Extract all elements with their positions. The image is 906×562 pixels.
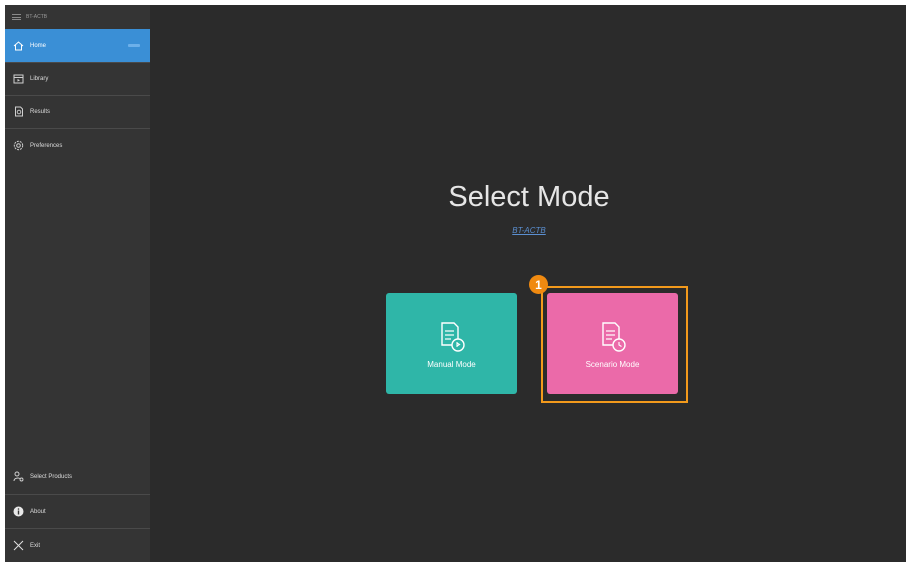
info-icon <box>13 506 24 517</box>
active-indicator <box>128 44 140 47</box>
sidebar-item-label: Library <box>30 75 49 82</box>
sidebar-item-label: Preferences <box>30 142 63 149</box>
sidebar: BT-ACTB Home Library Results Preferences… <box>5 5 150 562</box>
manual-mode-button[interactable]: Manual Mode <box>386 293 517 394</box>
sidebar-item-about[interactable]: About <box>5 495 150 528</box>
sidebar-item-home[interactable]: Home <box>5 29 150 62</box>
sidebar-item-label: Select Products <box>30 473 73 480</box>
sidebar-item-label: Home <box>30 42 47 49</box>
sidebar-item-exit[interactable]: Exit <box>5 529 150 562</box>
sidebar-item-label: Exit <box>30 542 41 549</box>
product-name: BT-ACTB <box>512 226 546 235</box>
results-icon <box>13 106 24 117</box>
library-icon <box>13 73 24 84</box>
sidebar-item-select-products[interactable]: Select Products <box>5 460 150 493</box>
sidebar-item-library[interactable]: Library <box>5 62 150 95</box>
app-title-bar: BT-ACTB <box>5 5 150 29</box>
sidebar-item-label: About <box>30 508 46 515</box>
manual-mode-icon <box>439 321 465 353</box>
app-window: BT-ACTB Home Library Results Preferences… <box>5 5 906 562</box>
sidebar-item-results[interactable]: Results <box>5 95 150 128</box>
app-title: BT-ACTB <box>26 14 48 20</box>
hamburger-menu-icon[interactable] <box>12 14 21 20</box>
product-name-link[interactable]: BT-ACTB <box>150 226 906 235</box>
main-content: Select Mode BT-ACTB Manual Mode Scenario… <box>150 5 906 562</box>
home-icon <box>13 40 24 51</box>
callout-highlight-box <box>541 286 688 403</box>
user-gear-icon <box>13 471 24 482</box>
callout-number-badge: 1 <box>529 275 548 294</box>
close-icon <box>13 540 24 551</box>
manual-mode-label: Manual Mode <box>427 360 476 369</box>
gear-icon <box>13 140 24 151</box>
page-title: Select Mode <box>448 181 610 213</box>
sidebar-item-label: Results <box>30 108 51 115</box>
sidebar-item-preferences[interactable]: Preferences <box>5 129 150 162</box>
